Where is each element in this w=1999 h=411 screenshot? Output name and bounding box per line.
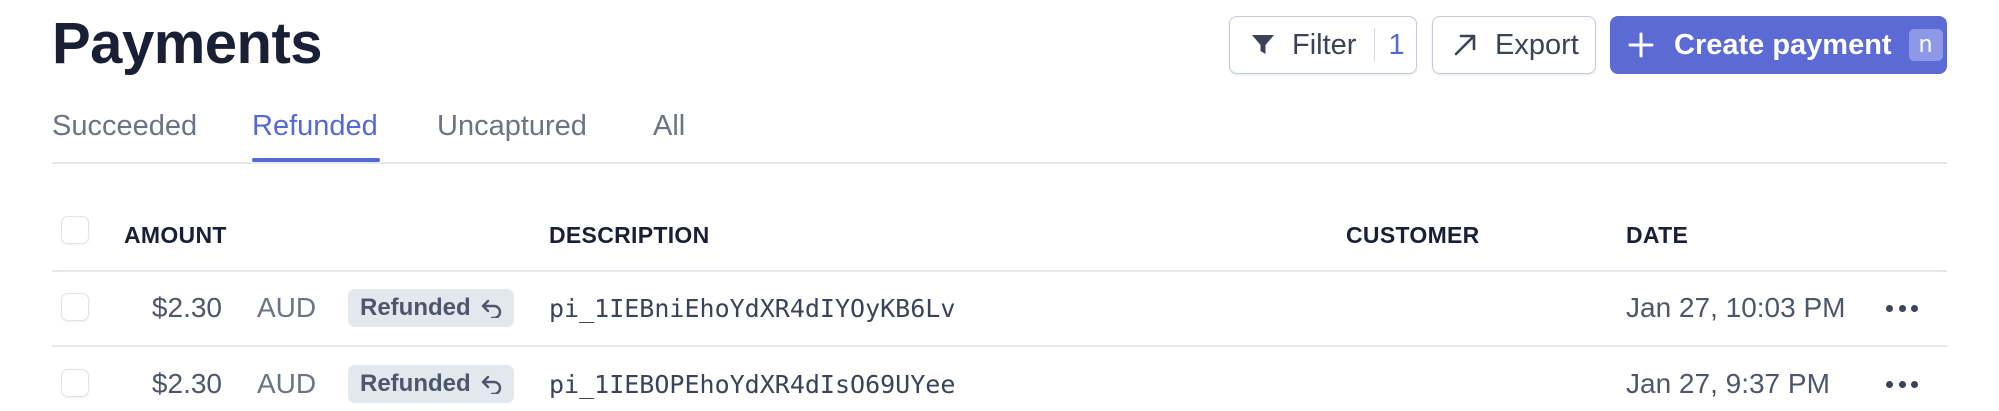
create-payment-label: Create payment bbox=[1674, 28, 1892, 61]
refund-arrow-icon bbox=[481, 298, 503, 318]
filter-label: Filter bbox=[1292, 28, 1357, 61]
keyboard-shortcut-badge: n bbox=[1908, 29, 1943, 61]
active-tab-indicator bbox=[252, 158, 380, 162]
row-description: pi_1IEBniEhoYdXR4dIYOyKB6Lv bbox=[549, 294, 956, 323]
payments-page: Payments Filter 1 Export Create payment … bbox=[0, 0, 1999, 411]
row-currency: AUD bbox=[257, 368, 317, 399]
header-divider bbox=[52, 270, 1947, 272]
column-header-customer[interactable]: CUSTOMER bbox=[1346, 222, 1480, 249]
row-more-actions-icon[interactable] bbox=[1886, 305, 1918, 315]
filter-count-badge: 1 bbox=[1388, 28, 1405, 61]
status-badge: Refunded bbox=[348, 289, 514, 327]
row-divider bbox=[52, 345, 1947, 347]
filter-button[interactable]: Filter 1 bbox=[1229, 16, 1417, 74]
tab-succeeded[interactable]: Succeeded bbox=[52, 110, 197, 143]
status-badge: Refunded bbox=[348, 365, 514, 403]
export-label: Export bbox=[1495, 28, 1579, 61]
row-more-actions-icon[interactable] bbox=[1886, 381, 1918, 391]
row-checkbox[interactable] bbox=[61, 293, 89, 321]
row-checkbox[interactable] bbox=[61, 369, 89, 397]
payment-status-tabs: Succeeded Refunded Uncaptured All bbox=[52, 106, 1947, 164]
tab-refunded[interactable]: Refunded bbox=[252, 110, 378, 143]
row-currency: AUD bbox=[257, 292, 317, 323]
column-header-date[interactable]: DATE bbox=[1626, 222, 1688, 249]
create-payment-button[interactable]: Create payment n bbox=[1610, 16, 1947, 74]
row-amount: $2.30 bbox=[151, 292, 222, 323]
select-all-checkbox[interactable] bbox=[61, 216, 89, 244]
export-button[interactable]: Export bbox=[1432, 16, 1596, 74]
filter-divider bbox=[1374, 28, 1376, 62]
tab-uncaptured[interactable]: Uncaptured bbox=[437, 110, 587, 143]
status-badge-label: Refunded bbox=[360, 370, 471, 397]
row-amount: $2.30 bbox=[151, 368, 222, 399]
row-date: Jan 27, 10:03 PM bbox=[1626, 292, 1846, 323]
row-date: Jan 27, 9:37 PM bbox=[1626, 368, 1830, 399]
tab-all[interactable]: All bbox=[653, 110, 685, 143]
row-description: pi_1IEBOPEhoYdXR4dIsO69UYee bbox=[549, 370, 956, 399]
column-header-amount[interactable]: AMOUNT bbox=[124, 222, 227, 249]
filter-funnel-icon bbox=[1250, 33, 1276, 57]
page-title: Payments bbox=[52, 11, 323, 76]
status-badge-label: Refunded bbox=[360, 294, 471, 321]
refund-arrow-icon bbox=[481, 374, 503, 394]
column-header-description[interactable]: DESCRIPTION bbox=[549, 222, 709, 249]
plus-icon bbox=[1626, 32, 1656, 58]
arrow-up-right-icon bbox=[1451, 32, 1479, 58]
